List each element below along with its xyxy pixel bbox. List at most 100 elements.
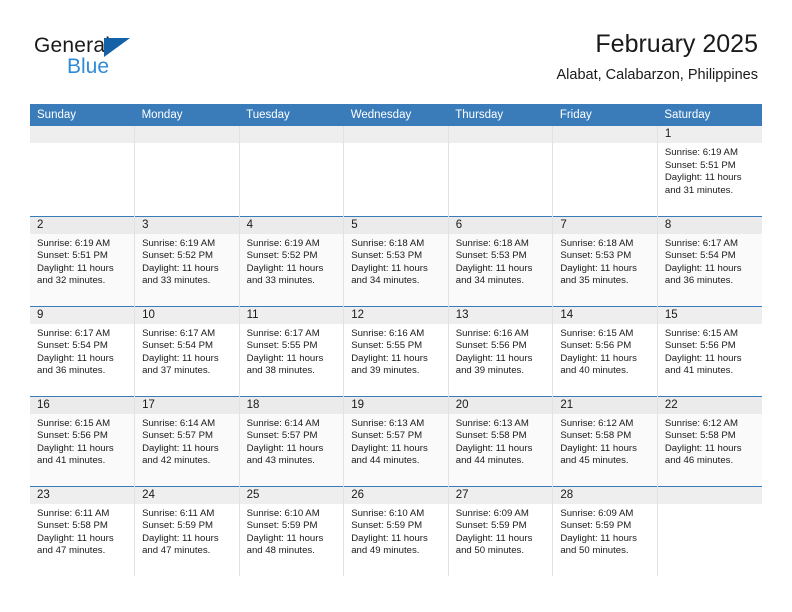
day-details: Sunrise: 6:19 AM Sunset: 5:52 PM Daylight:…: [135, 234, 239, 288]
daylight-text: Daylight: 11 hours and 33 minutes.: [142, 262, 219, 287]
day-number: [30, 126, 135, 143]
day-number: 10: [135, 306, 239, 324]
sunrise-text: Sunrise: 6:13 AM: [351, 417, 425, 429]
day-details: Sunrise: 6:18 AM Sunset: 5:53 PM Daylight:…: [553, 234, 657, 288]
day-details: Sunrise: 6:16 AM Sunset: 5:55 PM Daylight:…: [344, 324, 448, 378]
sunset-text: Sunset: 5:56 PM: [37, 430, 108, 442]
day-cell-empty: [552, 126, 658, 216]
sunrise-text: Sunrise: 6:17 AM: [142, 327, 216, 339]
day-number: 7: [553, 216, 657, 234]
week-row: 1 Sunrise: 6:19 AM Sunset: 5:51 PM Daylight…: [30, 126, 762, 216]
daylight-text: Daylight: 11 hours and 41 minutes.: [37, 442, 114, 467]
weekday-header-row: Sunday Monday Tuesday Wednesday Thursday…: [30, 104, 762, 126]
sunrise-text: Sunrise: 6:15 AM: [664, 327, 738, 339]
day-cell[interactable]: 11 Sunrise: 6:17 AM Sunset: 5:55 PM Dayligh…: [238, 305, 344, 396]
day-number: 8: [657, 216, 762, 234]
sunrise-text: Sunrise: 6:11 AM: [37, 507, 110, 519]
day-cell[interactable]: 23 Sunrise: 6:11 AM Sunset: 5:58 PM Dayligh…: [30, 485, 135, 576]
day-cell[interactable]: 18 Sunrise: 6:14 AM Sunset: 5:57 PM Dayligh…: [238, 395, 344, 486]
day-cell[interactable]: 8 Sunrise: 6:17 AM Sunset: 5:54 PM Daylight…: [656, 215, 762, 306]
day-number: 25: [239, 486, 344, 504]
sunrise-text: Sunrise: 6:13 AM: [455, 417, 529, 429]
day-number: 24: [135, 486, 239, 504]
day-details: Sunrise: 6:15 AM Sunset: 5:56 PM Daylight:…: [30, 414, 134, 468]
day-cell[interactable]: 12 Sunrise: 6:16 AM Sunset: 5:55 PM Dayligh…: [343, 305, 449, 396]
day-cell[interactable]: 3 Sunrise: 6:19 AM Sunset: 5:52 PM Daylight…: [134, 215, 240, 306]
sunrise-text: Sunrise: 6:15 AM: [37, 417, 111, 429]
day-cell[interactable]: 21 Sunrise: 6:12 AM Sunset: 5:58 PM Dayligh…: [552, 395, 658, 486]
week-row: 2 Sunrise: 6:19 AM Sunset: 5:51 PM Daylight…: [30, 215, 762, 306]
day-details: Sunrise: 6:17 AM Sunset: 5:54 PM Daylight:…: [135, 324, 239, 378]
day-cell[interactable]: 14 Sunrise: 6:15 AM Sunset: 5:56 PM Dayligh…: [552, 305, 658, 396]
day-cell[interactable]: 1 Sunrise: 6:19 AM Sunset: 5:51 PM Daylight…: [656, 126, 762, 216]
day-cell[interactable]: 16 Sunrise: 6:15 AM Sunset: 5:56 PM Dayligh…: [30, 395, 135, 486]
daylight-text: Daylight: 11 hours and 44 minutes.: [351, 442, 428, 467]
day-cell[interactable]: 9 Sunrise: 6:17 AM Sunset: 5:54 PM Daylight…: [30, 305, 135, 396]
calendar-page: General Blue February 2025 Alabat, Calab…: [0, 0, 792, 612]
day-cell[interactable]: 13 Sunrise: 6:16 AM Sunset: 5:56 PM Dayligh…: [447, 305, 553, 396]
week-row: 9 Sunrise: 6:17 AM Sunset: 5:54 PM Daylight…: [30, 305, 762, 396]
sunrise-text: Sunrise: 6:17 AM: [246, 327, 320, 339]
day-number: [448, 126, 553, 143]
day-cell[interactable]: 20 Sunrise: 6:13 AM Sunset: 5:58 PM Dayligh…: [447, 395, 553, 486]
daylight-text: Daylight: 11 hours and 36 minutes.: [37, 352, 114, 377]
day-cell[interactable]: 22 Sunrise: 6:12 AM Sunset: 5:58 PM Dayligh…: [656, 395, 762, 486]
day-cell[interactable]: 5 Sunrise: 6:18 AM Sunset: 5:53 PM Daylight…: [343, 215, 449, 306]
day-cell-empty: [238, 126, 344, 216]
weekday-header-wednesday: Wednesday: [343, 104, 449, 126]
sunset-text: Sunset: 5:53 PM: [560, 250, 632, 262]
day-number: 5: [344, 216, 448, 234]
day-number: 26: [344, 486, 448, 504]
sunrise-text: Sunrise: 6:19 AM: [664, 147, 738, 158]
day-cell[interactable]: 24 Sunrise: 6:11 AM Sunset: 5:59 PM Dayligh…: [134, 485, 240, 576]
daylight-text: Daylight: 11 hours and 39 minutes.: [455, 352, 533, 377]
day-cell[interactable]: 25 Sunrise: 6:10 AM Sunset: 5:59 PM Dayligh…: [238, 485, 344, 576]
day-details: Sunrise: 6:14 AM Sunset: 5:57 PM Daylight:…: [240, 414, 344, 468]
sunrise-text: Sunrise: 6:12 AM: [560, 417, 634, 429]
day-details: Sunrise: 6:19 AM Sunset: 5:52 PM Daylight:…: [240, 234, 344, 288]
daylight-text: Daylight: 11 hours and 38 minutes.: [246, 352, 324, 377]
sunset-text: Sunset: 5:54 PM: [664, 250, 736, 262]
day-cell[interactable]: 26 Sunrise: 6:10 AM Sunset: 5:59 PM Dayligh…: [343, 485, 449, 576]
sunrise-text: Sunrise: 6:09 AM: [455, 507, 529, 519]
day-cell[interactable]: 4 Sunrise: 6:19 AM Sunset: 5:52 PM Daylight…: [238, 215, 344, 306]
daylight-text: Daylight: 11 hours and 40 minutes.: [560, 352, 637, 377]
day-number: 22: [657, 396, 762, 414]
page-subtitle: Alabat, Calabarzon, Philippines: [556, 67, 758, 83]
day-number: [344, 126, 448, 143]
day-details: Sunrise: 6:15 AM Sunset: 5:56 PM Daylight:…: [553, 324, 657, 378]
day-cell[interactable]: 27 Sunrise: 6:09 AM Sunset: 5:59 PM Dayligh…: [447, 485, 553, 576]
daylight-text: Daylight: 11 hours and 34 minutes.: [455, 262, 533, 287]
week-row: 23 Sunrise: 6:11 AM Sunset: 5:58 PM Dayligh…: [30, 485, 762, 576]
day-cell[interactable]: 2 Sunrise: 6:19 AM Sunset: 5:51 PM Daylight…: [30, 215, 135, 306]
day-details: Sunrise: 6:11 AM Sunset: 5:59 PM Daylight:…: [135, 504, 239, 558]
day-number: 28: [553, 486, 657, 504]
sunset-text: Sunset: 5:56 PM: [455, 340, 527, 352]
daylight-text: Daylight: 11 hours and 36 minutes.: [664, 262, 742, 287]
day-details: Sunrise: 6:13 AM Sunset: 5:57 PM Daylight:…: [344, 414, 448, 468]
day-number: 1: [657, 126, 762, 143]
day-details: Sunrise: 6:17 AM Sunset: 5:54 PM Daylight:…: [658, 234, 762, 288]
day-details: Sunrise: 6:11 AM Sunset: 5:58 PM Daylight:…: [30, 504, 134, 558]
sunset-text: Sunset: 5:58 PM: [37, 520, 108, 532]
day-cell[interactable]: 6 Sunrise: 6:18 AM Sunset: 5:53 PM Daylight…: [447, 215, 553, 306]
day-cell[interactable]: 28 Sunrise: 6:09 AM Sunset: 5:59 PM Dayligh…: [552, 485, 658, 576]
day-cell[interactable]: 7 Sunrise: 6:18 AM Sunset: 5:53 PM Daylight…: [552, 215, 658, 306]
general-blue-logo[interactable]: General Blue: [34, 34, 234, 90]
daylight-text: Daylight: 11 hours and 39 minutes.: [351, 352, 428, 377]
sunset-text: Sunset: 5:56 PM: [664, 340, 736, 352]
day-details: Sunrise: 6:15 AM Sunset: 5:56 PM Daylight:…: [658, 324, 762, 378]
day-cell[interactable]: 17 Sunrise: 6:14 AM Sunset: 5:57 PM Dayligh…: [134, 395, 240, 486]
weekday-header-friday: Friday: [552, 104, 658, 126]
day-cell[interactable]: 10 Sunrise: 6:17 AM Sunset: 5:54 PM Dayligh…: [134, 305, 240, 396]
day-cell[interactable]: 19 Sunrise: 6:13 AM Sunset: 5:57 PM Dayligh…: [343, 395, 449, 486]
sunrise-text: Sunrise: 6:18 AM: [455, 237, 529, 249]
sunrise-text: Sunrise: 6:16 AM: [455, 327, 529, 339]
day-number: 20: [448, 396, 553, 414]
title-block: February 2025 Alabat, Calabarzon, Philip…: [556, 28, 758, 86]
day-cell[interactable]: 15 Sunrise: 6:15 AM Sunset: 5:56 PM Dayligh…: [656, 305, 762, 396]
day-number: 27: [448, 486, 553, 504]
daylight-text: Daylight: 11 hours and 33 minutes.: [246, 262, 324, 287]
day-number: 17: [135, 396, 239, 414]
day-details: Sunrise: 6:17 AM Sunset: 5:55 PM Daylight:…: [240, 324, 344, 378]
